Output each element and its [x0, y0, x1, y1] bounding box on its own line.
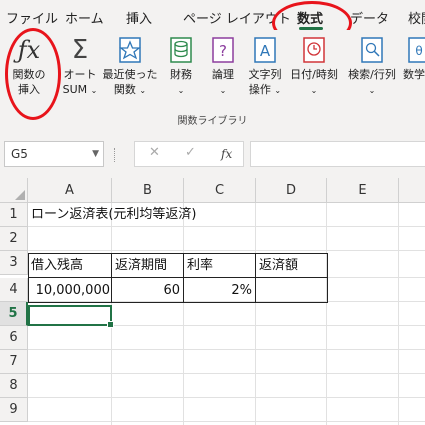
clock-book-icon — [303, 37, 325, 63]
cancel-icon[interactable]: ✕ — [149, 145, 160, 160]
formula-input[interactable] — [250, 141, 425, 167]
fx-icon: ƒx — [17, 36, 41, 64]
column-header-e[interactable]: E — [327, 178, 399, 203]
column-header-b[interactable]: B — [112, 178, 184, 203]
lookup-reference-button[interactable]: 検索/行列 ⌄ — [344, 36, 400, 98]
text-book-icon: A — [254, 37, 276, 63]
math-trig-button[interactable]: θ 数学 — [403, 36, 425, 82]
enter-icon[interactable]: ✓ — [185, 145, 196, 160]
row-header-5[interactable]: 5 — [0, 302, 28, 326]
chevron-down-icon: ⌄ — [177, 86, 185, 95]
gridline — [326, 203, 327, 425]
sigma-icon: Σ — [71, 35, 89, 65]
row-header-9[interactable]: 9 — [0, 398, 28, 422]
chevron-down-icon: ⌄ — [219, 86, 227, 95]
function-library-group-label: 関数ライブラリ — [177, 116, 248, 127]
gridline — [255, 203, 256, 425]
row-header-7[interactable]: 7 — [0, 350, 28, 374]
date-time-button[interactable]: 日付/時刻 ⌄ — [288, 36, 340, 98]
formula-bar-buttons: ✕ ✓ fx — [134, 141, 244, 167]
cell-a4[interactable]: 10,000,000 — [28, 279, 110, 303]
insert-function-button[interactable]: ƒx 関数の 挿入 — [9, 36, 49, 97]
active-cell-selection[interactable] — [28, 305, 114, 328]
text-functions-button[interactable]: A 文字列 操作 ⌄ — [246, 36, 284, 98]
row-header-3[interactable]: 3 — [0, 251, 28, 275]
insert-function-icon[interactable]: fx — [221, 147, 232, 161]
chevron-down-icon: ⌄ — [368, 86, 376, 95]
chevron-down-icon: ⌄ — [139, 86, 147, 95]
gridline — [28, 349, 425, 350]
tab-data[interactable]: データ — [350, 8, 389, 27]
svg-text:θ: θ — [415, 44, 422, 58]
chevron-down-icon: ⌄ — [274, 86, 282, 95]
column-header-c[interactable]: C — [184, 178, 256, 203]
logical-button[interactable]: ? 論理 ⌄ — [209, 36, 237, 98]
row-header-6[interactable]: 6 — [0, 326, 28, 350]
column-header-a[interactable]: A — [28, 178, 112, 203]
name-box[interactable]: G5 ▼ — [4, 141, 104, 167]
row-header-8[interactable]: 8 — [0, 374, 28, 398]
cell-d4[interactable] — [256, 279, 324, 303]
cell-b3[interactable]: 返済期間 — [115, 254, 167, 278]
tab-review[interactable]: 校閲 — [408, 8, 425, 27]
financial-button[interactable]: 財務 ⌄ — [165, 36, 197, 98]
fill-handle[interactable] — [107, 321, 114, 328]
column-header-d[interactable]: D — [256, 178, 327, 203]
autosum-button[interactable]: Σ オート SUM ⌄ — [58, 36, 102, 98]
ribbon-tab-bar: ファイル ホーム 挿入 ページ レイアウト 数式 データ 校閲 — [0, 0, 425, 30]
math-book-icon: θ — [408, 37, 425, 63]
row-header-1[interactable]: 1 — [0, 203, 28, 227]
tab-formulas[interactable]: 数式 — [297, 8, 323, 27]
cell-b4[interactable]: 60 — [112, 279, 180, 303]
tab-home[interactable]: ホーム — [65, 8, 104, 27]
svg-text:A: A — [260, 42, 271, 60]
cell-c3[interactable]: 利率 — [187, 254, 213, 278]
tab-page-layout[interactable]: ページ レイアウト — [183, 8, 291, 27]
row-header-4[interactable]: 4 — [0, 278, 28, 302]
gridline — [28, 373, 425, 374]
cell-a1[interactable]: ローン返済表(元利均等返済) — [31, 203, 197, 227]
question-book-icon: ? — [212, 37, 234, 63]
cell-d3[interactable]: 返済額 — [259, 254, 298, 278]
chevron-down-icon: ⌄ — [310, 86, 318, 95]
svg-text:?: ? — [219, 42, 227, 60]
gridline — [28, 397, 425, 398]
recently-used-button[interactable]: 最近使った 関数 ⌄ — [102, 36, 158, 98]
chevron-down-icon: ⌄ — [90, 86, 98, 95]
chevron-down-icon[interactable]: ▼ — [92, 142, 99, 166]
cell-c4[interactable]: 2% — [184, 279, 252, 303]
gridline — [28, 421, 425, 422]
gridline — [28, 250, 425, 251]
column-header-f[interactable] — [399, 178, 425, 203]
search-book-icon — [361, 37, 383, 63]
gridline — [398, 203, 399, 425]
tab-insert[interactable]: 挿入 — [126, 8, 152, 27]
database-icon — [170, 37, 192, 63]
tab-file[interactable]: ファイル — [6, 8, 58, 27]
cell-a3[interactable]: 借入残高 — [31, 254, 83, 278]
row-header-2[interactable]: 2 — [0, 227, 28, 251]
select-all-button[interactable] — [0, 178, 28, 203]
drag-handle-icon[interactable] — [114, 148, 117, 162]
star-icon — [119, 37, 141, 63]
gridline — [183, 203, 184, 425]
